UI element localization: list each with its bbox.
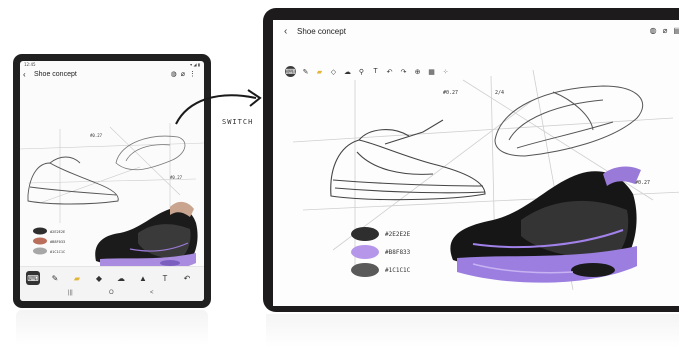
swatch-3[interactable]: [351, 263, 379, 277]
eraser-icon[interactable]: ◆: [92, 271, 106, 285]
phone-reflection: [16, 310, 208, 346]
tablet-screen: ‹ Shoe concept ◍⌀▤ ⌨ ✎ ▰ ◇ ☁ ⚲ T ↶ ↷ ⊕ ▦…: [273, 20, 679, 306]
keyboard-icon[interactable]: ⌨: [26, 271, 40, 285]
phone-swatch-code-2: #B8F033: [50, 240, 65, 244]
text-style-icon[interactable]: T: [158, 271, 172, 285]
color-picker-icon[interactable]: ▲: [136, 271, 150, 285]
phone-swatch-code-1: #2E2E2E: [50, 230, 65, 234]
back-icon[interactable]: ‹: [284, 26, 287, 37]
tablet-shoe-render: [450, 166, 641, 283]
tablet-header: ‹ Shoe concept ◍⌀▤: [273, 20, 679, 46]
phone-sole-sketch: [115, 135, 186, 171]
tablet-swatch-code-1: #2E2E2E: [385, 231, 411, 238]
attach-icon[interactable]: ⌀: [181, 71, 189, 78]
phone-toolbar: ⌨ ✎ ▰ ◆ ☁ ▲ T ↶ ||| O <: [20, 266, 204, 301]
tablet-swatch-code-3: #1C1C1C: [385, 267, 411, 274]
swatch-1[interactable]: [351, 227, 379, 241]
menu-icon[interactable]: ▤: [673, 26, 679, 35]
swatch-3[interactable]: [33, 247, 47, 255]
tablet-swatch-code-2: #B8F833: [385, 249, 411, 256]
tablet-device: ‹ Shoe concept ◍⌀▤ ⌨ ✎ ▰ ◇ ☁ ⚲ T ↶ ↷ ⊕ ▦…: [263, 8, 679, 312]
phone-status-icons: ▾ ◢ ▮: [190, 62, 200, 67]
phone-shoe-render: [95, 201, 198, 267]
swatch-2[interactable]: [351, 245, 379, 259]
swatch-1[interactable]: [33, 227, 47, 235]
switch-label: SWITCH: [222, 118, 254, 126]
back-icon[interactable]: ‹: [23, 70, 26, 79]
phone-nav-bar: ||| O <: [20, 290, 204, 298]
recent-apps-icon[interactable]: |||: [68, 290, 73, 296]
more-icon[interactable]: ⋮: [189, 71, 200, 78]
phone-color-swatches: [33, 227, 47, 255]
tablet-reflection: [266, 314, 679, 348]
phone-swatch-code-3: #1C1C1C: [50, 250, 65, 254]
highlighter-icon[interactable]: ▰: [70, 271, 84, 285]
phone-header-icons: ◍⌀⋮: [171, 70, 200, 78]
home-icon[interactable]: O: [109, 290, 114, 296]
attach-icon[interactable]: ⌀: [663, 26, 674, 35]
tablet-color-swatches: [351, 227, 379, 277]
palette-icon[interactable]: ◍: [650, 26, 663, 35]
phone-status-time: 12:45: [24, 62, 36, 67]
phone-shoe-sketch: [27, 156, 119, 205]
tablet-annotation-1: #0.27: [443, 90, 458, 96]
phone-annotation-2: #0.27: [170, 175, 183, 180]
phone-annotation-1: #0.27: [90, 133, 103, 138]
swatch-2[interactable]: [33, 237, 47, 245]
lasso-icon[interactable]: ☁: [114, 271, 128, 285]
pen-icon[interactable]: ✎: [48, 271, 62, 285]
phone-note-title: Shoe concept: [34, 71, 77, 78]
phone-status-bar: 12:45 ▾ ◢ ▮: [24, 62, 200, 68]
tablet-shoe-sketch: [330, 119, 486, 201]
tablet-header-icons: ◍⌀▤: [650, 26, 679, 35]
back-nav-icon[interactable]: <: [150, 290, 154, 296]
undo-icon[interactable]: ↶: [180, 271, 194, 285]
tablet-note-title: Shoe concept: [297, 27, 346, 36]
tablet-annotation-3: #0.27: [635, 180, 650, 186]
palette-icon[interactable]: ◍: [171, 71, 181, 78]
tablet-annotation-2: 2/4: [495, 90, 504, 96]
tablet-canvas[interactable]: #0.27 2/4 #0.27 #2E2E2E #B8F833 #1C1C1C: [273, 60, 679, 306]
